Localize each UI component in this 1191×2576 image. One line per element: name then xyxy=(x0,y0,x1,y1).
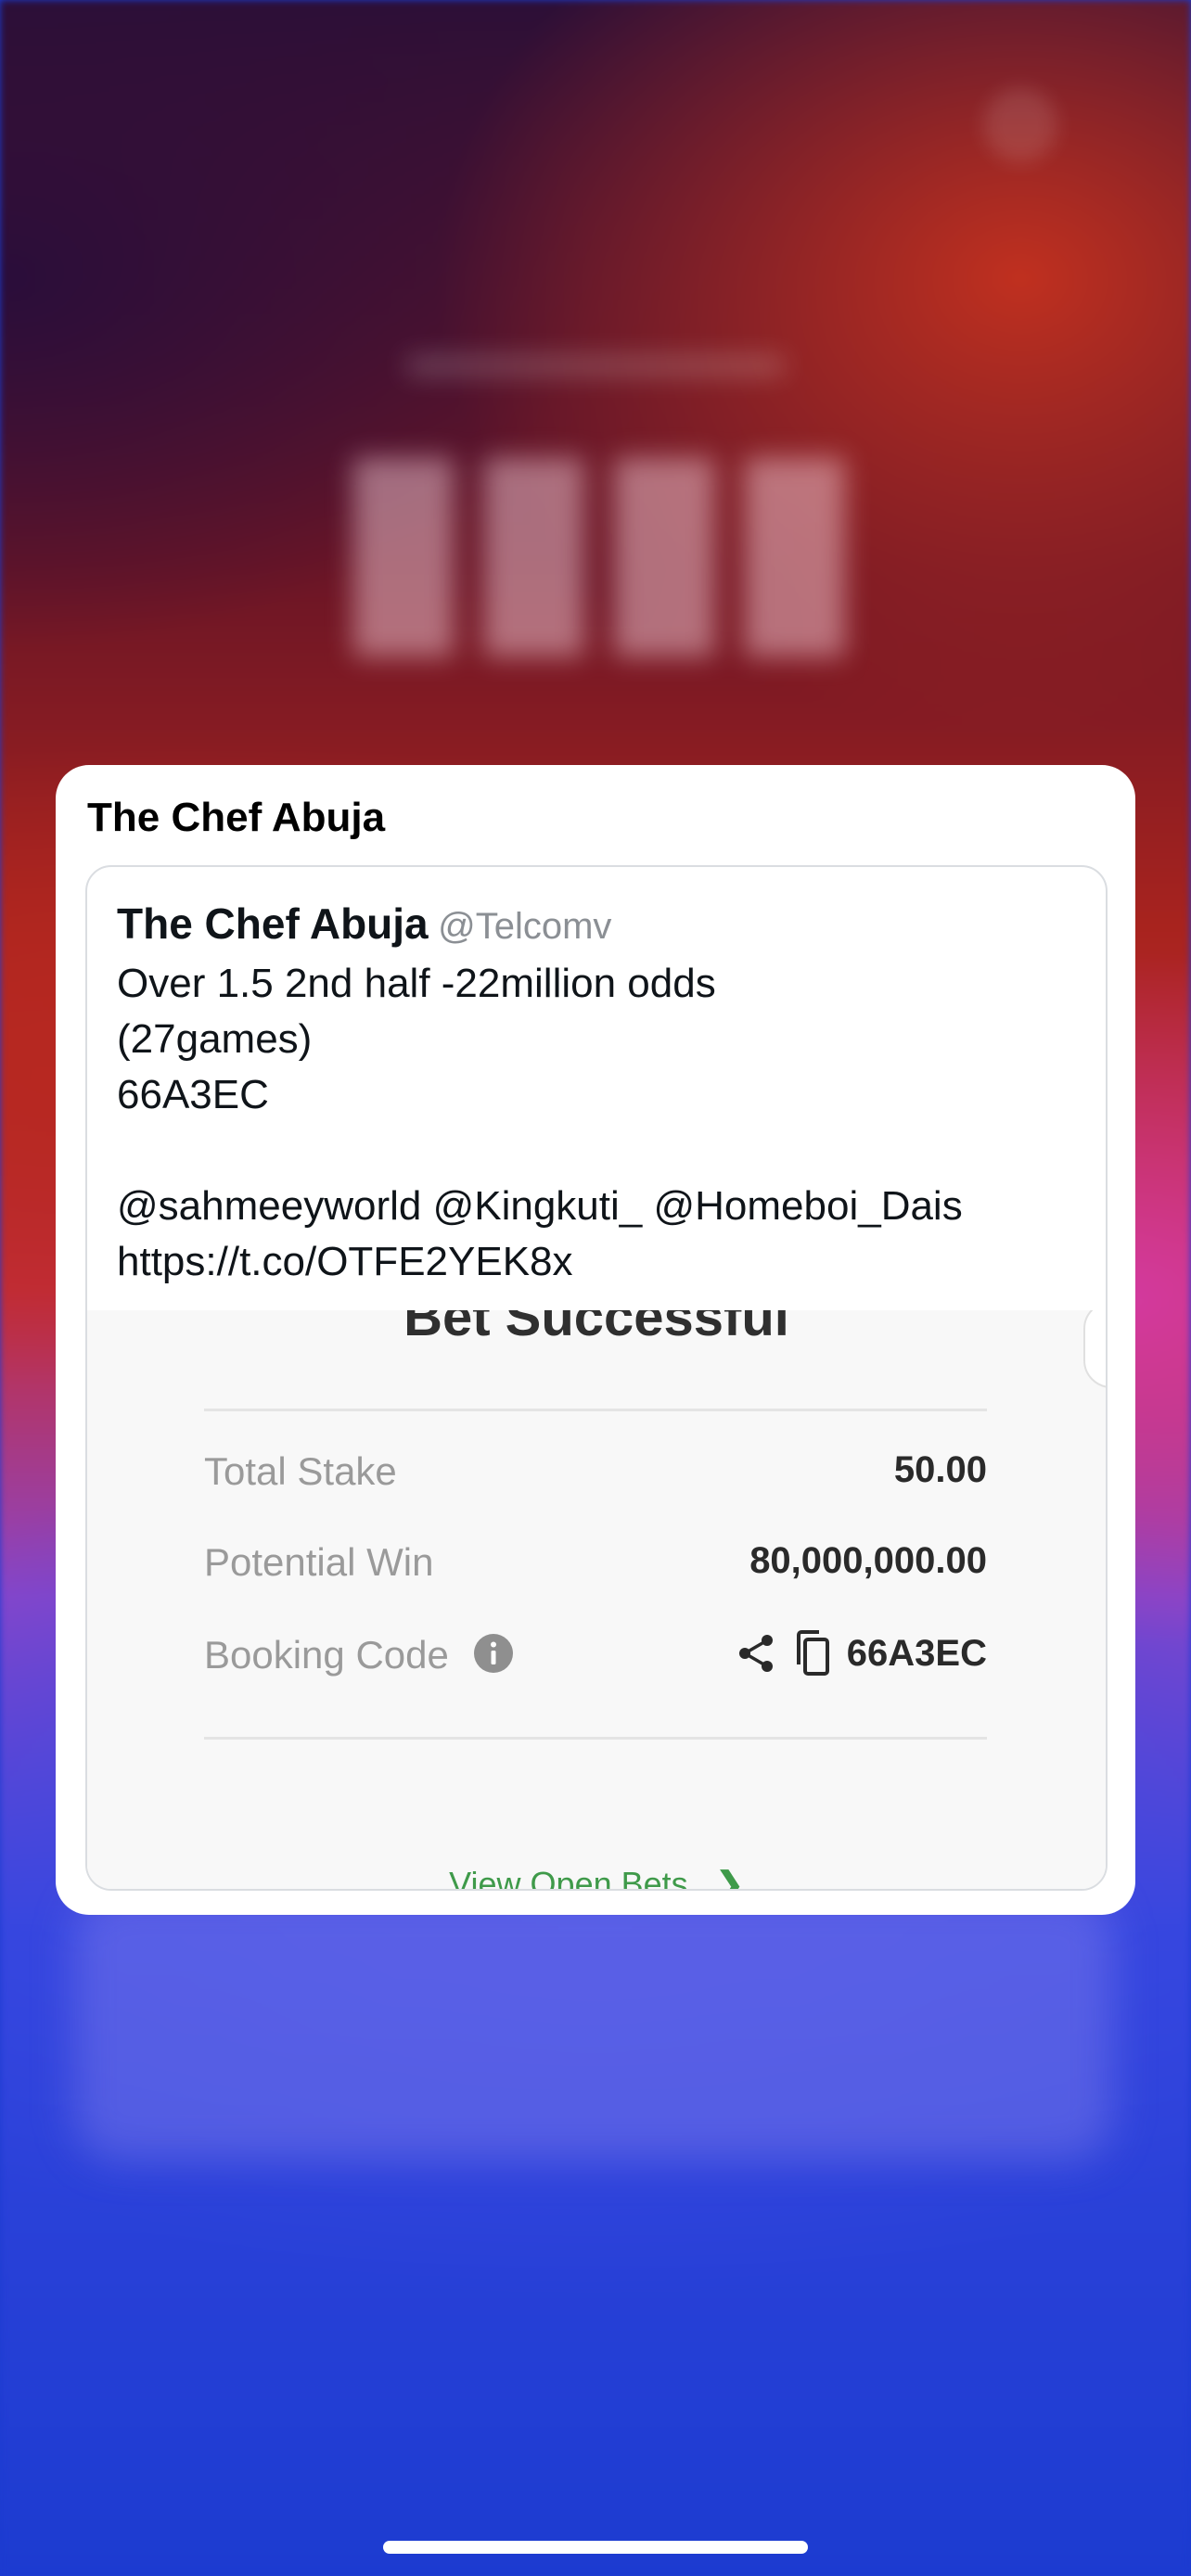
tweet-header: The Chef Abuja @Telcomv xyxy=(117,899,611,949)
tweet-link[interactable]: https://t.co/OTFE2YEK8x xyxy=(117,1234,1091,1290)
potential-win-row: Potential Win 80,000,000.00 xyxy=(204,1533,987,1588)
total-stake-value: 50.00 xyxy=(893,1449,987,1490)
view-open-bets-label: View Open Bets xyxy=(449,1865,688,1889)
bet-slip-screenshot: Bet Successful Total Stake 50.00 Potenti… xyxy=(87,1310,1106,1889)
tweet-text: Over 1.5 2nd half -22million odds (27gam… xyxy=(117,956,1091,1290)
tweet-line: 66A3EC xyxy=(117,1072,269,1117)
tweet-author-name: The Chef Abuja xyxy=(117,899,429,948)
tweet-author-handle: @Telcomv xyxy=(438,906,612,947)
chevron-right-icon: ❯ xyxy=(715,1865,744,1889)
tweet-line: Over 1.5 2nd half -22million odds xyxy=(117,961,716,1006)
divider xyxy=(204,1409,987,1411)
copy-icon xyxy=(796,1630,829,1676)
tweet-line: (27games) xyxy=(117,1016,313,1062)
blurred-clock: ▮▮▮▮ xyxy=(334,397,864,676)
tweet-line xyxy=(117,1123,1091,1179)
view-open-bets-link: View Open Bets ❯ xyxy=(87,1865,1106,1889)
info-icon xyxy=(474,1634,513,1673)
booking-code-actions: 66A3EC xyxy=(736,1629,987,1677)
total-stake-label: Total Stake xyxy=(204,1449,397,1493)
floating-button-edge xyxy=(1083,1310,1106,1388)
home-indicator[interactable] xyxy=(383,2541,808,2554)
notification-card[interactable]: The Chef Abuja The Chef Abuja @Telcomv O… xyxy=(56,765,1135,1915)
tweet-preview[interactable]: The Chef Abuja @Telcomv Over 1.5 2nd hal… xyxy=(85,865,1108,1891)
booking-code-label: Booking Code xyxy=(204,1633,449,1677)
blurred-date: ▬▬▬▬▬▬▬ xyxy=(407,325,784,386)
total-stake-row: Total Stake 50.00 xyxy=(204,1442,987,1498)
booking-code-row: Booking Code 66A3EC xyxy=(204,1626,987,1681)
potential-win-label: Potential Win xyxy=(204,1540,434,1584)
tweet-line-mentions[interactable]: @sahmeeyworld @Kingkuti_ @Homeboi_Dais xyxy=(117,1179,1091,1234)
blurred-notification-stack xyxy=(74,1892,1113,2161)
notification-title: The Chef Abuja xyxy=(87,795,386,840)
bet-slip-title: Bet Successful xyxy=(403,1310,789,1347)
potential-win-value: 80,000,000.00 xyxy=(749,1540,987,1581)
booking-code-value: 66A3EC xyxy=(846,1632,987,1674)
divider xyxy=(204,1737,987,1740)
blurred-flashlight-icon xyxy=(983,88,1057,162)
share-icon xyxy=(738,1635,773,1672)
